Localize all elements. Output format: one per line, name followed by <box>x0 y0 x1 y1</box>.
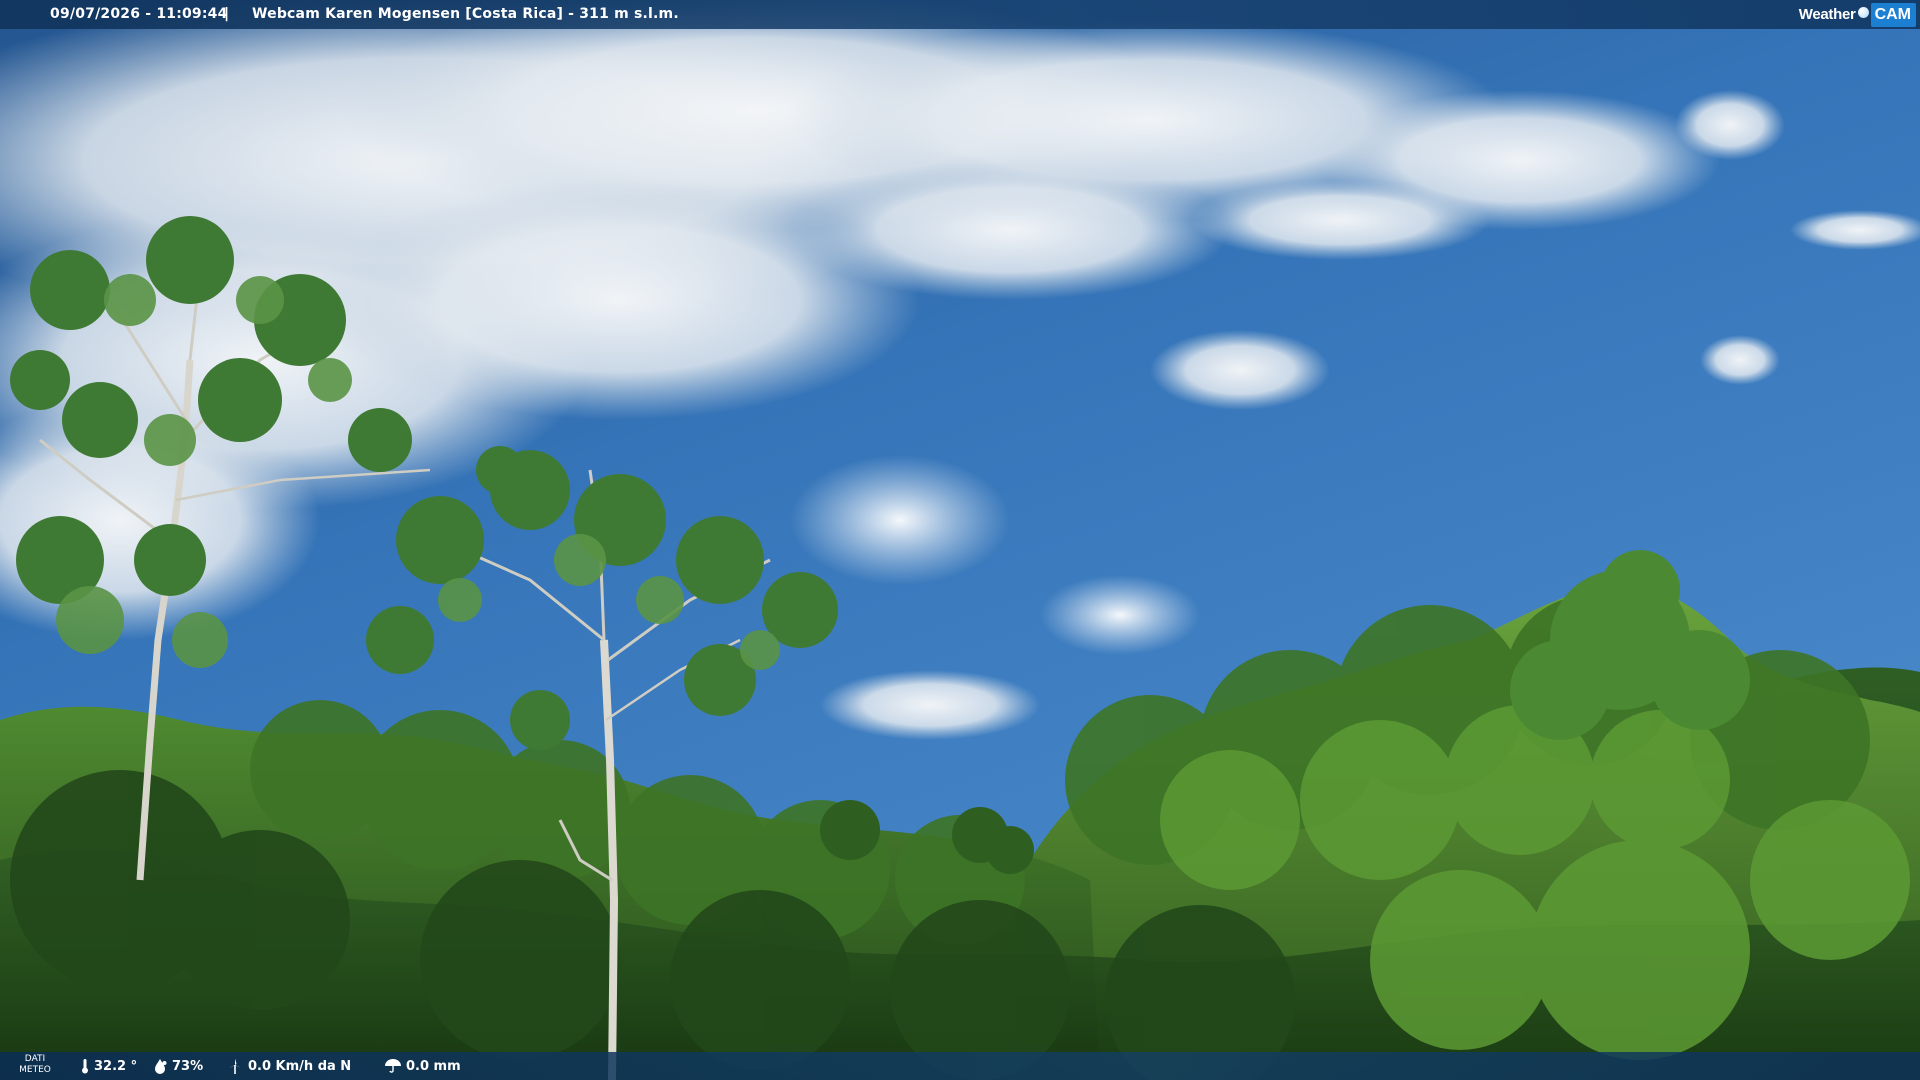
rain-metric: 0.0 mm <box>384 1058 461 1074</box>
logo-weather-text: Weather <box>1798 6 1856 23</box>
temperature-value: 32.2 ° <box>94 1058 138 1074</box>
humidity-metric: 73% <box>152 1058 203 1074</box>
top-info-bar: 09/07/2026 - 11:09:44 | Webcam Karen Mog… <box>0 0 1920 29</box>
weather-label-line2: METEO <box>19 1065 51 1075</box>
weather-data-bar: DATI METEO 32.2 ° 73% 0.0 Km/h da N 0.0 … <box>0 1052 1920 1080</box>
weather-label-line1: DATI <box>24 1054 46 1064</box>
thermometer-icon <box>82 1059 88 1074</box>
header-separator: | <box>224 6 230 22</box>
webcam-scene <box>0 0 1920 1080</box>
logo-cam-text: CAM <box>1870 2 1916 27</box>
globe-dot-icon <box>1857 7 1869 18</box>
umbrella-icon <box>385 1059 401 1073</box>
temperature-metric: 32.2 ° <box>80 1058 137 1074</box>
wind-metric: 0.0 Km/h da N <box>226 1058 351 1074</box>
weather-data-label: DATI METEO <box>18 1054 52 1076</box>
humidity-drop-icon <box>155 1059 167 1074</box>
capture-datetime: 09/07/2026 - 11:09:44 <box>50 6 228 22</box>
webcam-frame: 09/07/2026 - 11:09:44 | Webcam Karen Mog… <box>0 0 1920 1080</box>
humidity-value: 73% <box>172 1058 204 1074</box>
wind-value: 0.0 Km/h da N <box>248 1058 352 1074</box>
rain-value: 0.0 mm <box>406 1058 461 1074</box>
weathercam-logo: Weather CAM <box>1799 0 1920 29</box>
wind-turbine-icon <box>228 1058 242 1074</box>
camera-title: Webcam Karen Mogensen [Costa Rica] - 311… <box>252 6 679 22</box>
